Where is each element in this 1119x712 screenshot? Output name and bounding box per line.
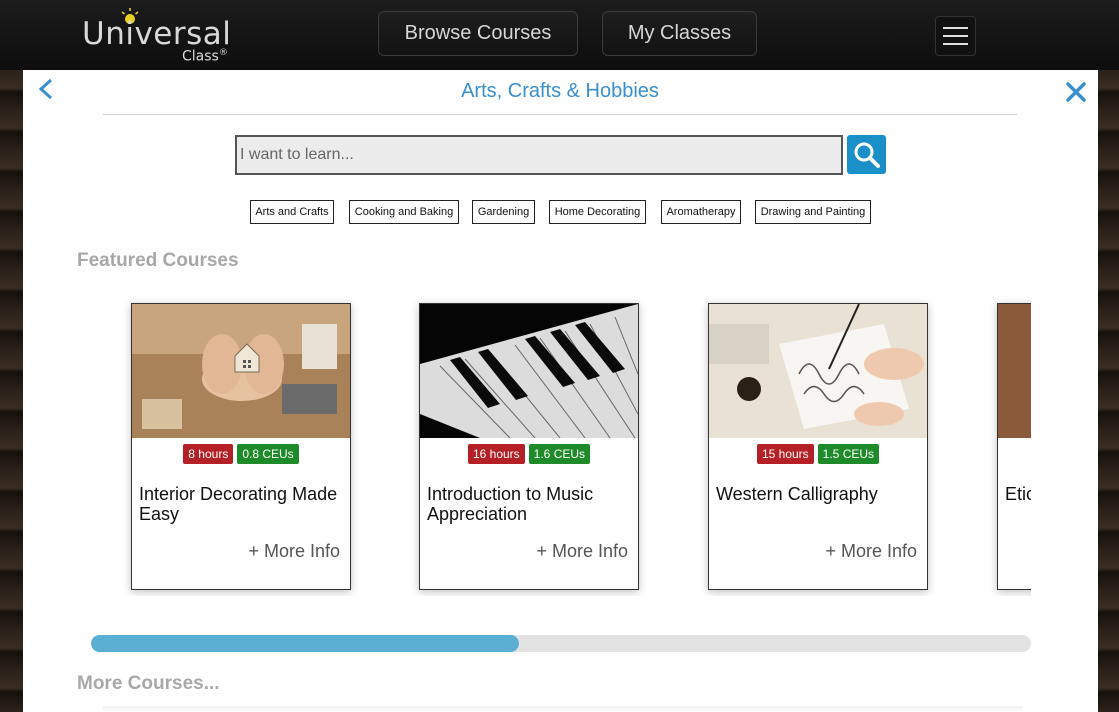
ceu-badge: 0.8 CEUs <box>237 444 299 464</box>
title-divider <box>103 114 1017 115</box>
tag-home-decorating[interactable]: Home Decorating <box>549 200 646 224</box>
course-title[interactable]: Interior Decorating Made Easy <box>139 484 345 524</box>
hamburger-menu-icon[interactable] <box>935 16 976 56</box>
top-navigation-bar: Universal Class® Browse Courses My Class… <box>0 0 1119 70</box>
tag-drawing-and-painting[interactable]: Drawing and Painting <box>755 200 871 224</box>
more-courses-list-edge <box>103 706 1023 712</box>
course-title[interactable]: Introduction to Music Appreciation <box>427 484 633 524</box>
course-badges: 8 hours 0.8 CEUs <box>132 444 350 464</box>
course-card[interactable]: 15 hours 1.5 CEUs Western Calligraphy + … <box>708 303 928 590</box>
logo-sub-word: Class <box>182 48 219 65</box>
my-classes-button[interactable]: My Classes <box>602 11 757 56</box>
featured-courses-heading: Featured Courses <box>77 250 239 271</box>
search-input[interactable] <box>235 135 843 175</box>
more-info-link[interactable]: + More Info <box>536 541 628 562</box>
chevron-left-icon <box>38 78 53 100</box>
ceu-badge: 1.5 CEUs <box>817 444 880 464</box>
course-image-calligraphy <box>709 304 927 438</box>
tag-aromatherapy[interactable]: Aromatherapy <box>661 200 741 224</box>
page-title: Arts, Crafts & Hobbies <box>461 80 659 102</box>
subcategory-tags: Arts and Crafts Cooking and Baking Garde… <box>23 200 1098 224</box>
hamburger-line <box>943 35 968 37</box>
course-image-interior-decorating <box>132 304 350 438</box>
wood-texture-image <box>998 304 1031 438</box>
hands-holding-house-image <box>132 304 350 438</box>
search-icon <box>854 142 880 168</box>
carousel-scrollbar[interactable] <box>91 635 1031 652</box>
hamburger-line <box>943 43 968 45</box>
hours-badge: 16 hours <box>467 444 525 464</box>
logo-subtext: Class® <box>182 48 228 65</box>
course-title[interactable]: Western Calligraphy <box>716 484 922 504</box>
tag-cooking-and-baking[interactable]: Cooking and Baking <box>349 200 459 224</box>
back-arrow-icon[interactable] <box>37 76 59 106</box>
hours-badge: 8 hours <box>183 444 234 464</box>
universal-class-logo[interactable]: Universal Class® <box>82 8 242 66</box>
x-mark-icon <box>1066 82 1086 102</box>
ceu-badge: 1.6 CEUs <box>528 444 591 464</box>
hamburger-line <box>943 27 968 29</box>
course-card[interactable]: Etic <box>997 303 1031 590</box>
tag-gardening[interactable]: Gardening <box>472 200 535 224</box>
course-card[interactable]: 8 hours 0.8 CEUs Interior Decorating Mad… <box>131 303 351 590</box>
browse-courses-button[interactable]: Browse Courses <box>378 11 578 56</box>
logo-registered-mark: ® <box>218 48 228 58</box>
more-courses-heading: More Courses... <box>77 673 220 694</box>
hours-badge: 15 hours <box>756 444 814 464</box>
logo-wordmark: Universal <box>82 16 232 52</box>
course-image-music <box>420 304 638 438</box>
bookshelf-background-left <box>0 70 24 712</box>
more-info-link[interactable]: + More Info <box>248 541 340 562</box>
carousel-scroll-thumb[interactable] <box>91 635 519 652</box>
bookshelf-background-right <box>1097 70 1119 712</box>
piano-keys-image <box>420 304 638 438</box>
search-button[interactable] <box>847 135 886 174</box>
calligraphy-writing-image <box>709 304 927 438</box>
course-card[interactable]: 16 hours 1.6 CEUs Introduction to Music … <box>419 303 639 590</box>
course-title[interactable]: Etic <box>1005 484 1031 504</box>
close-icon[interactable] <box>1064 80 1088 104</box>
more-info-link[interactable]: + More Info <box>825 541 917 562</box>
course-badges: 15 hours 1.5 CEUs <box>709 444 927 464</box>
tag-arts-and-crafts[interactable]: Arts and Crafts <box>250 200 334 224</box>
category-panel: Arts, Crafts & Hobbies Arts and Crafts C… <box>23 70 1098 712</box>
featured-carousel: 8 hours 0.8 CEUs Interior Decorating Mad… <box>113 296 1031 596</box>
course-image-etiquette <box>998 304 1031 438</box>
course-badges: 16 hours 1.6 CEUs <box>420 444 638 464</box>
